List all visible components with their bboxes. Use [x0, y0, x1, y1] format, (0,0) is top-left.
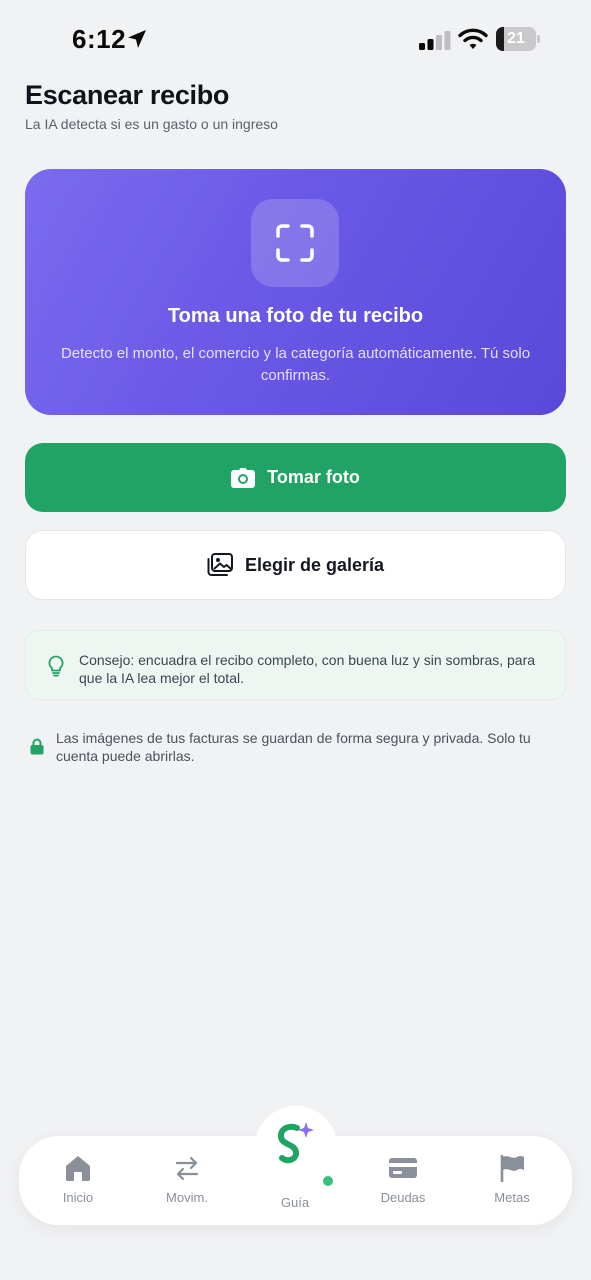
location-arrow-icon — [128, 30, 146, 48]
wifi-icon — [458, 28, 488, 49]
tip-text: Consejo: encuadra el recibo completo, co… — [79, 652, 536, 686]
page-title: Escanear recibo — [25, 80, 230, 110]
hero-description: Detecto el monto, el comercio y la categ… — [60, 345, 531, 384]
cellular-signal-icon — [419, 31, 451, 50]
credit-card-icon — [389, 1158, 417, 1178]
nav-item-deudas[interactable]: Deudas — [353, 1136, 453, 1225]
battery-indicator: 21 — [496, 27, 540, 51]
page-subtitle: La IA detecta si es un gasto o un ingres… — [25, 116, 278, 132]
status-bar: 6:12 21 — [0, 0, 591, 80]
choose-gallery-label: Elegir de galería — [244, 554, 385, 575]
battery-level: 21 — [507, 30, 525, 47]
take-photo-label: Tomar foto — [267, 467, 360, 487]
lightbulb-icon — [48, 655, 64, 677]
nav-label-deudas: Deudas — [380, 1190, 426, 1205]
transfer-arrows-icon — [175, 1156, 199, 1181]
image-gallery-icon — [207, 553, 233, 576]
scan-icon-box — [251, 199, 339, 287]
flag-icon — [500, 1154, 524, 1182]
camera-icon — [231, 467, 256, 488]
privacy-text: Las imágenes de tus facturas se guardan … — [56, 730, 531, 764]
lock-icon — [30, 738, 44, 755]
choose-gallery-button[interactable]: Elegir de galería — [25, 530, 566, 600]
guia-indicator-dot — [323, 1176, 333, 1186]
nav-label-movimientos: Movim. — [166, 1190, 208, 1205]
home-icon — [66, 1156, 90, 1181]
nav-item-inicio[interactable]: Inicio — [28, 1136, 128, 1225]
battery-cap — [537, 35, 540, 43]
app-logo-icon — [277, 1122, 314, 1164]
hero-title: Toma una foto de tu recibo — [167, 305, 424, 327]
nav-item-movimientos[interactable]: Movim. — [137, 1136, 237, 1225]
nav-label-metas: Metas — [494, 1190, 530, 1205]
take-photo-button[interactable]: Tomar foto — [25, 443, 566, 512]
scan-hero-card[interactable]: Toma una foto de tu recibo Detecto el mo… — [25, 169, 566, 415]
nav-label-inicio: Inicio — [62, 1190, 94, 1205]
nav-label-guia: Guía — [280, 1195, 310, 1210]
scan-frame-icon — [276, 224, 314, 262]
nav-item-metas[interactable]: Metas — [462, 1136, 562, 1225]
status-time: 6:12 — [72, 24, 127, 54]
tip-box: Consejo: encuadra el recibo completo, co… — [25, 630, 566, 700]
battery-body: 21 — [496, 27, 536, 51]
